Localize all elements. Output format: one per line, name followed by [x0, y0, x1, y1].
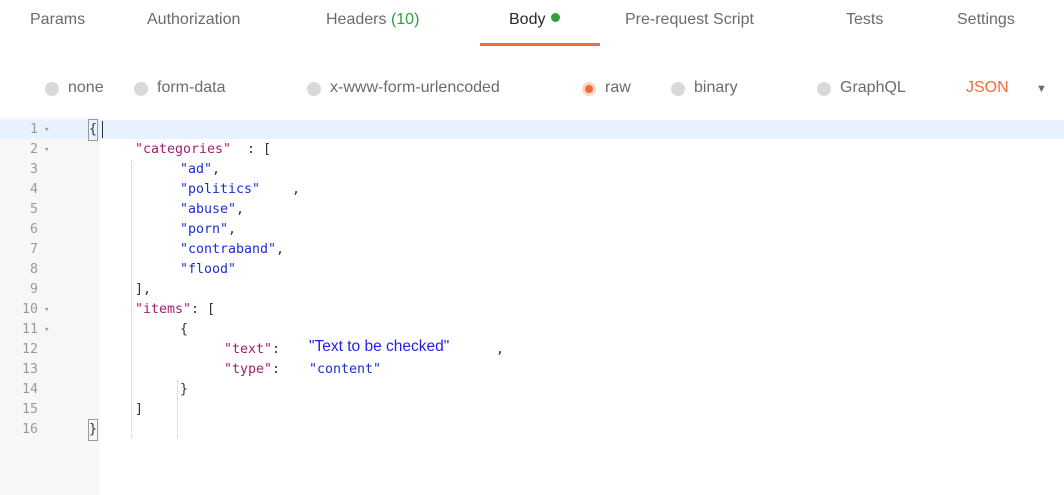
tab-tests-label: Tests: [846, 11, 884, 28]
json-punct: : [: [191, 302, 216, 317]
code-line: 4 "politics" ,: [0, 180, 1064, 200]
radio-raw-label: raw: [605, 79, 631, 96]
tab-body[interactable]: Body: [509, 11, 561, 37]
radio-form-data-circle: [134, 82, 148, 96]
tab-headers[interactable]: Headers (10): [326, 11, 419, 37]
json-punct: {: [180, 322, 189, 337]
json-punct: :: [272, 342, 289, 357]
tab-pre-request-script-label: Pre-request Script: [625, 11, 754, 28]
line-number: 5: [29, 202, 38, 217]
code-line: 11 ▾ {: [0, 320, 1064, 340]
json-punct: :: [272, 362, 289, 377]
code-line: 6 "porn" ,: [0, 220, 1064, 240]
radio-binary-circle: [671, 82, 685, 96]
tab-params[interactable]: Params: [30, 11, 85, 37]
radio-graphql-label: GraphQL: [840, 79, 906, 96]
line-number: 16: [21, 422, 38, 437]
code-line: 3 "ad" ,: [0, 160, 1064, 180]
code-line: 1 ▾ {: [0, 119, 1064, 141]
code-line: 15 ]: [0, 400, 1064, 420]
line-number: 9: [29, 282, 38, 297]
brace-open: {: [87, 119, 99, 141]
json-punct: ,: [292, 182, 301, 197]
radio-graphql-circle: [817, 82, 831, 96]
code-line: 5 "abuse" ,: [0, 200, 1064, 220]
json-punct: ,: [228, 222, 237, 237]
radio-urlencoded-circle: [307, 82, 321, 96]
json-punct: ,: [236, 202, 245, 217]
fold-arrow-icon[interactable]: ▾: [44, 320, 49, 340]
code-line: 2 ▾ "categories" : [: [0, 140, 1064, 160]
json-string: "porn": [180, 222, 229, 237]
radio-none-circle: [45, 82, 59, 96]
json-punct: ,: [212, 162, 221, 177]
radio-binary-label: binary: [694, 79, 738, 96]
line-number: 11: [21, 322, 38, 337]
json-string: "flood": [180, 262, 237, 277]
fold-arrow-icon[interactable]: ▾: [44, 300, 49, 320]
json-punct: }: [180, 382, 189, 397]
line-number: 3: [29, 162, 38, 177]
code-line: 10 ▾ "items" : [: [0, 300, 1064, 320]
json-string: "abuse": [180, 202, 237, 217]
tab-authorization[interactable]: Authorization: [147, 11, 240, 37]
line-number: 12: [21, 342, 38, 357]
tab-settings[interactable]: Settings: [957, 11, 1015, 37]
radio-raw-circle: [582, 82, 596, 96]
json-key: "categories": [135, 142, 232, 157]
line-number: 1: [29, 122, 38, 137]
tab-authorization-label: Authorization: [147, 11, 241, 28]
line-number: 10: [21, 302, 38, 317]
code-line: 8 "flood": [0, 260, 1064, 280]
code-editor[interactable]: 1 ▾ { 2 ▾ "categories" : [ 3 "ad" , 4 "p…: [0, 117, 1064, 495]
chevron-down-icon[interactable]: ▼: [1036, 83, 1047, 95]
tab-body-label: Body: [509, 11, 546, 28]
code-line: 12 "text" : "Text to be checked" ,: [0, 338, 1064, 360]
fold-arrow-icon[interactable]: ▾: [44, 140, 49, 160]
tab-tests[interactable]: Tests: [846, 11, 883, 37]
json-string: "content": [309, 362, 382, 377]
line-number: 4: [29, 182, 38, 197]
json-punct: ,: [496, 342, 505, 357]
json-punct: ,: [276, 242, 285, 257]
json-punct: ],: [135, 282, 152, 297]
json-key: "text": [224, 342, 273, 357]
json-string: "politics": [180, 182, 261, 197]
tab-params-label: Params: [30, 11, 86, 28]
code-line: 7 "contraband" ,: [0, 240, 1064, 260]
brace-close: }: [87, 419, 99, 441]
format-select[interactable]: JSON: [966, 79, 1009, 97]
headers-count-badge: (10): [390, 11, 420, 28]
radio-form-data-label: form-data: [157, 79, 226, 96]
radio-urlencoded-label: x-www-form-urlencoded: [330, 79, 500, 96]
line-number: 7: [29, 242, 38, 257]
request-tabs: Params Authorization Headers (10) Body P…: [0, 0, 1064, 48]
text-cursor: [102, 121, 103, 138]
line-number: 15: [21, 402, 38, 417]
code-line: 16 }: [0, 419, 1064, 441]
json-string: "Text to be checked": [309, 338, 450, 355]
code-line: 9 ],: [0, 280, 1064, 300]
json-key: "items": [135, 302, 192, 317]
active-tab-indicator: [480, 43, 600, 46]
tab-headers-label: Headers: [326, 11, 387, 28]
json-key: "type": [224, 362, 273, 377]
json-punct: : [: [247, 142, 272, 157]
tab-settings-label: Settings: [957, 11, 1015, 28]
code-line: 14 }: [0, 380, 1064, 400]
code-line: 13 "type" : "content": [0, 360, 1064, 380]
body-has-content-dot: [551, 13, 561, 22]
json-string: "ad": [180, 162, 213, 177]
line-number: 8: [29, 262, 38, 277]
line-number: 13: [21, 362, 38, 377]
tab-pre-request-script[interactable]: Pre-request Script: [625, 11, 754, 37]
json-punct: ]: [135, 402, 144, 417]
line-number: 6: [29, 222, 38, 237]
line-number: 2: [29, 142, 38, 157]
body-type-selector: none form-data x-www-form-urlencoded raw…: [0, 68, 1064, 108]
json-string: "contraband": [180, 242, 277, 257]
fold-arrow-icon[interactable]: ▾: [44, 120, 49, 140]
radio-none-label: none: [68, 79, 104, 96]
line-number: 14: [21, 382, 38, 397]
